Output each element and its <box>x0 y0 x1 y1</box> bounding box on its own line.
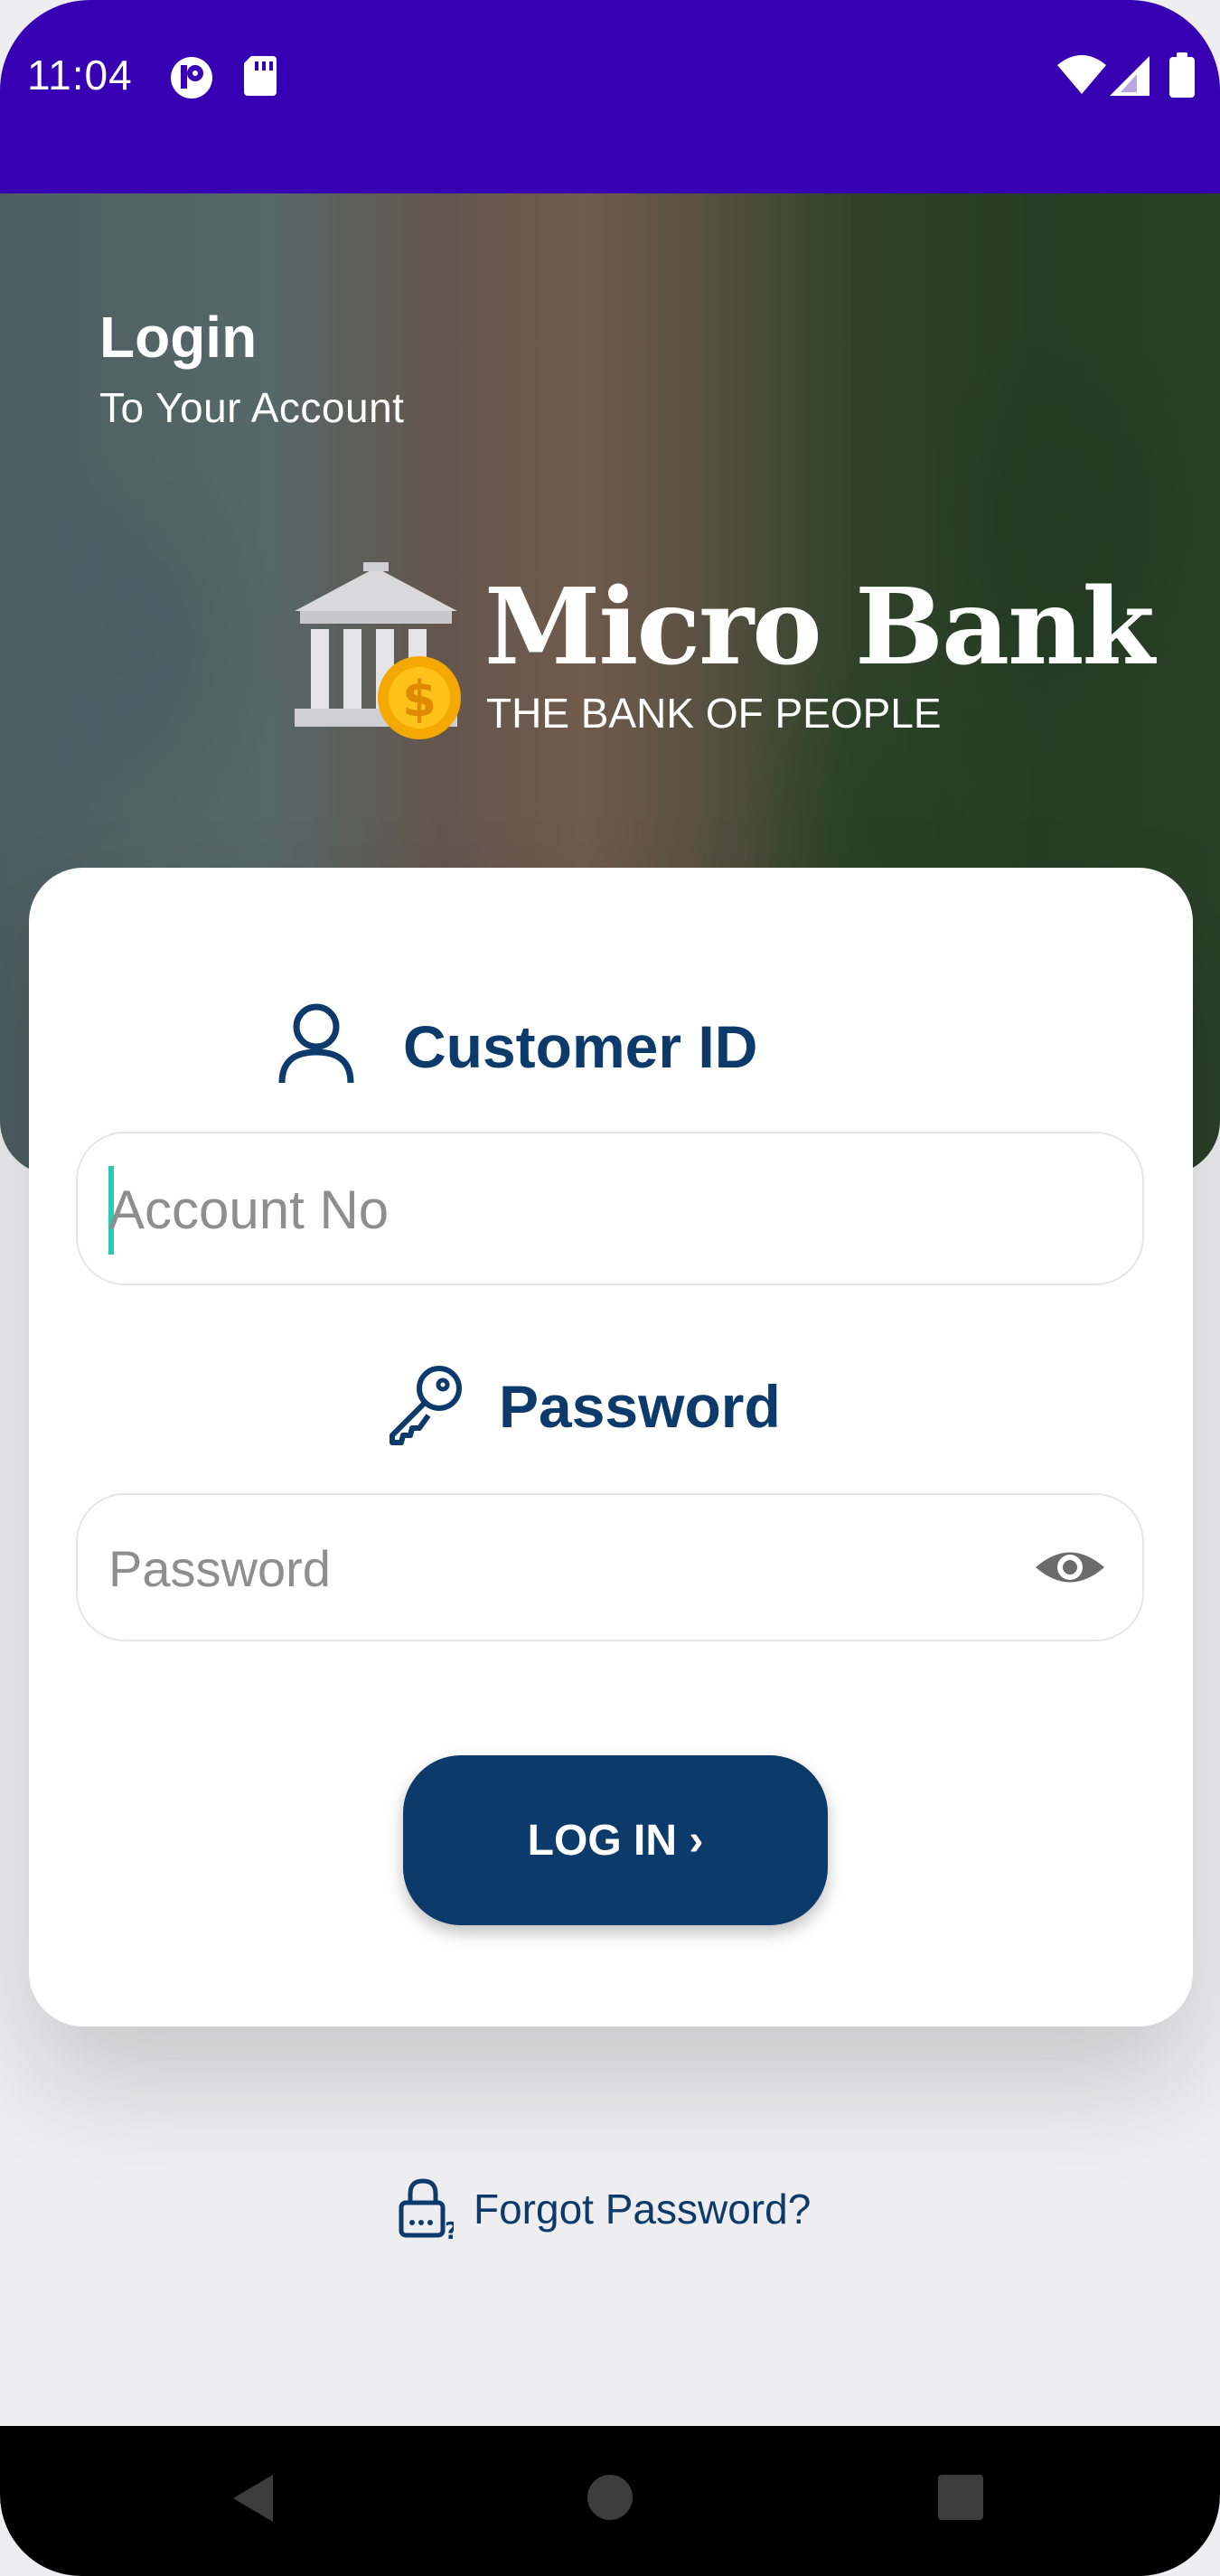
logo-name: Micro Bank <box>484 566 1155 689</box>
battery-icon <box>1169 52 1195 102</box>
login-button[interactable]: LOG IN › <box>403 1755 828 1925</box>
forgot-password-label: Forgot Password? <box>474 2186 812 2233</box>
navigation-bar <box>0 2426 1220 2576</box>
svg-text:$: $ <box>402 671 436 728</box>
recents-icon[interactable] <box>936 2473 985 2522</box>
app-notification-icon <box>170 56 213 104</box>
cellular-signal-icon <box>1110 56 1150 100</box>
password-label: Password <box>499 1373 781 1440</box>
back-icon[interactable] <box>230 2473 277 2524</box>
home-icon[interactable] <box>586 2473 634 2522</box>
account-number-field-container <box>76 1132 1144 1285</box>
page-title: Login <box>99 305 258 370</box>
password-input[interactable] <box>107 1495 1014 1641</box>
customer-id-label: Customer ID <box>403 1013 758 1080</box>
password-field-container <box>76 1493 1144 1641</box>
logo: $ Micro Bank THE BANK OF PEOPLE <box>286 560 1155 750</box>
page-subtitle: To Your Account <box>99 384 405 431</box>
key-icon <box>389 1366 462 1445</box>
eye-icon[interactable] <box>1034 1545 1106 1590</box>
forgot-password-link[interactable]: ? Forgot Password? <box>398 2173 811 2245</box>
status-time: 11:04 <box>27 52 133 99</box>
status-bar: 11:04 <box>0 0 1220 193</box>
bank-building-icon: $ <box>295 562 461 739</box>
svg-text:?: ? <box>445 2218 454 2241</box>
login-card: Customer ID Password LOG IN › <box>29 868 1193 2026</box>
user-icon <box>278 1003 354 1084</box>
wifi-icon <box>1057 54 1106 99</box>
sd-card-icon <box>244 56 277 100</box>
logo-tagline: THE BANK OF PEOPLE <box>486 690 942 737</box>
phone-screen: 11:04 Login To Your Account $ Micro Bank… <box>0 0 1220 2576</box>
lock-question-icon: ? <box>399 2178 454 2241</box>
account-number-input[interactable] <box>107 1133 1014 1285</box>
